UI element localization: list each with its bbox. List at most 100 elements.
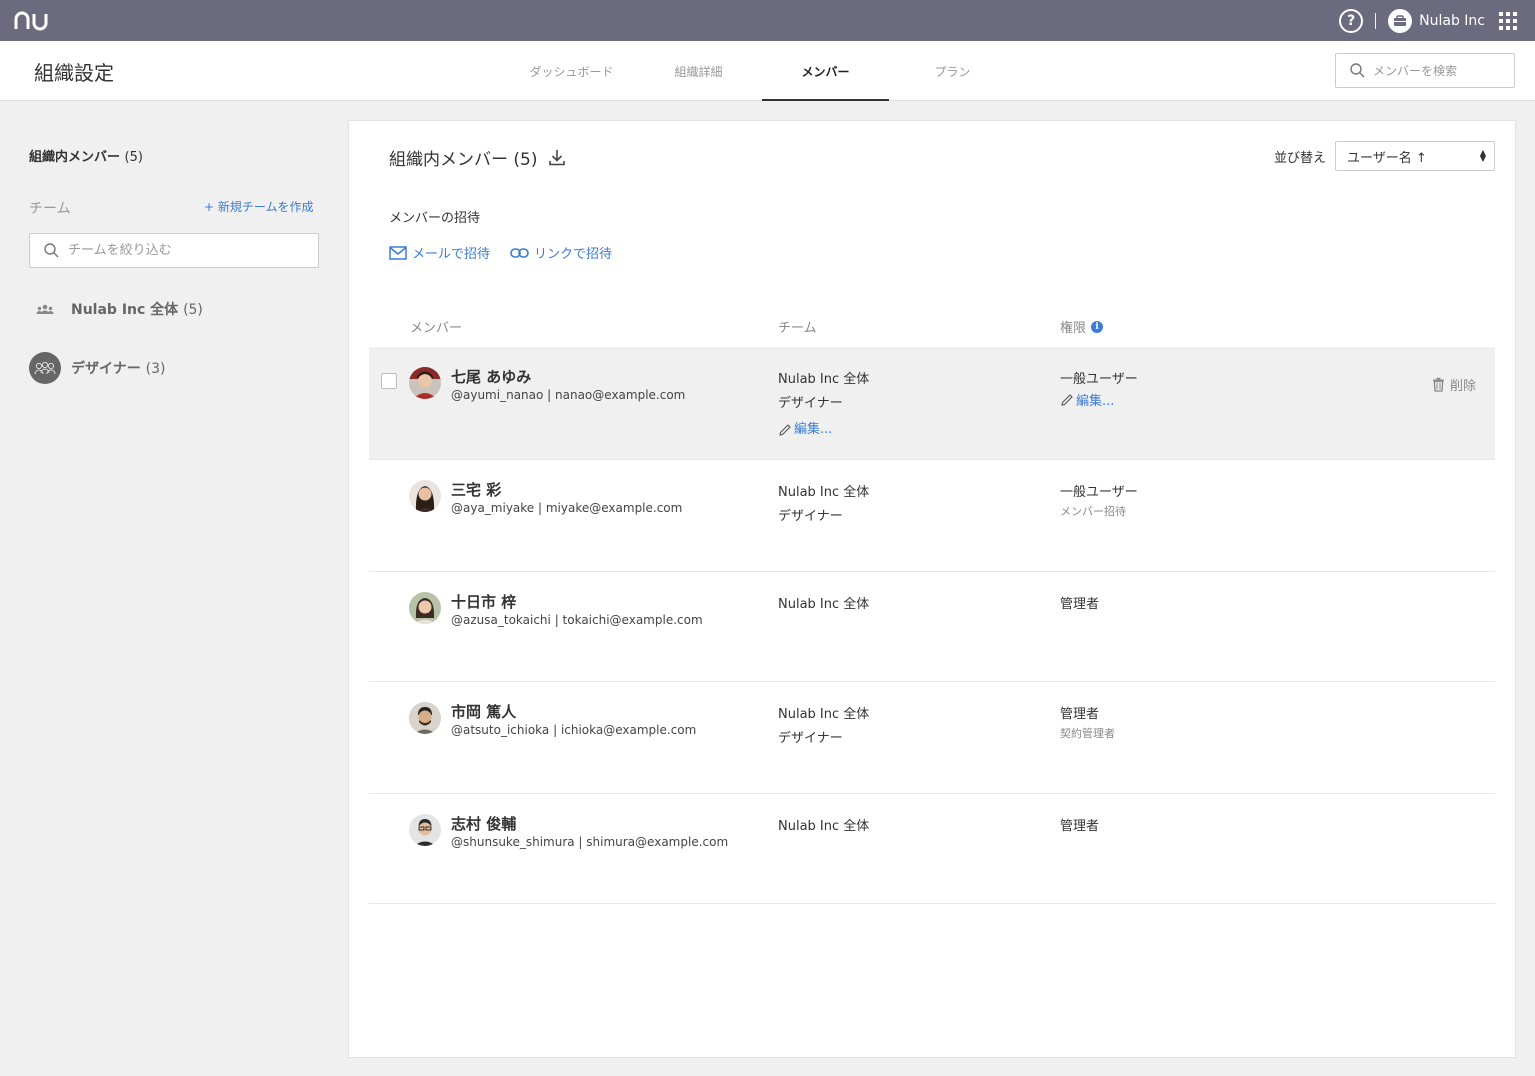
avatar	[409, 480, 441, 512]
member-role-sub: メンバー招待	[1060, 505, 1126, 518]
member-search-input[interactable]	[1373, 63, 1503, 78]
avatar	[409, 702, 441, 734]
page-header: 組織設定 ダッシュボード 組織詳細 メンバー プラン	[0, 41, 1535, 101]
member-name: 市岡 篤人	[451, 703, 517, 721]
edit-teams-link[interactable]: 編集...	[778, 418, 869, 442]
search-icon	[44, 243, 59, 258]
organization-icon[interactable]	[1388, 9, 1413, 33]
edit-label: 編集...	[1076, 394, 1115, 409]
member-handle: @atsuto_ichioka | ichioka@example.com	[451, 723, 697, 737]
create-team-link[interactable]: + 新規チームを作成	[204, 198, 314, 215]
team-group-icon	[29, 293, 61, 325]
pencil-icon	[1061, 393, 1073, 406]
member-handle: @ayumi_nanao | nanao@example.com	[451, 388, 686, 402]
member-team: Nulab Inc 全体	[778, 819, 870, 834]
column-header-member: メンバー	[410, 321, 463, 336]
info-icon[interactable]: i	[1091, 320, 1104, 333]
panel-title-text: 組織内メンバー (5)	[389, 150, 538, 170]
member-role-label: 管理者	[1060, 597, 1100, 612]
tab-bar: ダッシュボード 組織詳細 メンバー プラン	[508, 41, 1016, 101]
link-icon	[510, 247, 529, 258]
invite-heading: メンバーの招待	[389, 211, 481, 226]
team-count: (5)	[183, 302, 203, 318]
team-filter[interactable]	[29, 233, 319, 268]
sidebar-team-label: デザイナー (3)	[71, 358, 165, 378]
member-search[interactable]	[1335, 53, 1515, 88]
select-arrows-icon: ▲ ▼	[1479, 148, 1486, 163]
sidebar-team-item[interactable]: デザイナー (3)	[29, 352, 165, 384]
tab-dashboard[interactable]: ダッシュボード	[508, 41, 635, 101]
member-role: 一般ユーザー 編集...	[1060, 368, 1138, 409]
table-row[interactable]: 十日市 梓 @azusa_tokaichi | tokaichi@example…	[369, 572, 1495, 682]
member-role-sub: 契約管理者	[1060, 727, 1115, 740]
member-team: デザイナー	[778, 509, 843, 524]
help-icon[interactable]: ?	[1339, 9, 1364, 33]
member-team: Nulab Inc 全体	[778, 485, 870, 500]
member-handle: @shunsuke_shimura | shimura@example.com	[451, 835, 729, 849]
table-row[interactable]: 三宅 彩 @aya_miyake | miyake@example.com Nu…	[369, 460, 1495, 572]
member-team: デザイナー	[778, 396, 843, 411]
avatar	[409, 814, 441, 846]
member-role-label: 管理者	[1060, 707, 1100, 722]
tab-plan[interactable]: プラン	[889, 41, 1016, 101]
members-panel: 組織内メンバー (5) 並び替え ユーザー名 ↑ ▲ ▼ メンバーの招待 メールで…	[348, 120, 1516, 1058]
member-role-label: 一般ユーザー	[1060, 485, 1138, 500]
team-name: デザイナー	[71, 361, 141, 377]
member-team: Nulab Inc 全体	[778, 597, 870, 612]
invite-by-email-link[interactable]: メールで招待	[389, 243, 490, 262]
member-name: 七尾 あゆみ	[451, 368, 532, 386]
member-teams: Nulab Inc 全体 デザイナー	[778, 481, 869, 529]
table-row[interactable]: 志村 俊輔 @shunsuke_shimura | shimura@exampl…	[369, 794, 1495, 904]
member-team: Nulab Inc 全体	[778, 707, 870, 722]
avatar	[409, 367, 441, 399]
invite-by-link-link[interactable]: リンクで招待	[510, 243, 612, 262]
sidebar-team-item[interactable]: Nulab Inc 全体 (5)	[29, 293, 203, 325]
invite-email-label: メールで招待	[412, 247, 491, 262]
mail-icon	[389, 245, 407, 260]
member-name: 十日市 梓	[451, 593, 517, 611]
table-row[interactable]: 七尾 あゆみ @ayumi_nanao | nanao@example.com …	[369, 347, 1495, 460]
member-team: Nulab Inc 全体	[778, 372, 870, 387]
app-switcher-icon[interactable]	[1499, 12, 1517, 30]
avatar	[409, 592, 441, 624]
delete-label: 削除	[1450, 379, 1477, 394]
team-avatar-icon	[29, 352, 61, 384]
pencil-icon	[779, 424, 791, 436]
sidebar-members-label: 組織内メンバー	[29, 150, 121, 165]
row-checkbox[interactable]	[381, 373, 397, 389]
team-filter-input[interactable]	[68, 243, 308, 258]
sort-label: 並び替え	[1274, 151, 1327, 166]
column-header-role-label: 権限	[1060, 321, 1087, 336]
member-teams: Nulab Inc 全体	[778, 815, 869, 839]
search-icon	[1350, 63, 1365, 78]
invite-actions: メールで招待 リンクで招待	[389, 243, 632, 262]
member-teams: Nulab Inc 全体	[778, 593, 869, 617]
team-count: (3)	[145, 361, 166, 377]
download-icon[interactable]	[549, 149, 566, 166]
delete-member-button[interactable]: 削除	[1432, 375, 1476, 394]
page-title: 組織設定	[34, 61, 114, 85]
member-team: デザイナー	[778, 731, 843, 746]
topbar-divider	[1375, 13, 1377, 29]
sidebar-members-count: (5)	[124, 150, 143, 165]
sort-value: ユーザー名 ↑	[1347, 150, 1427, 166]
sidebar-all-members[interactable]: 組織内メンバー (5)	[29, 146, 143, 165]
sidebar-team-heading: チーム	[29, 201, 71, 217]
organization-name[interactable]: Nulab Inc	[1419, 13, 1485, 29]
member-role-label: 管理者	[1060, 819, 1100, 834]
member-name: 三宅 彩	[451, 481, 502, 499]
nulab-logo[interactable]	[14, 11, 48, 31]
member-handle: @azusa_tokaichi | tokaichi@example.com	[451, 613, 703, 627]
tab-members[interactable]: メンバー	[762, 41, 889, 101]
member-name: 志村 俊輔	[451, 815, 517, 833]
edit-role-link[interactable]: 編集...	[1060, 390, 1138, 409]
member-teams: Nulab Inc 全体 デザイナー	[778, 703, 869, 751]
member-teams: Nulab Inc 全体 デザイナー 編集...	[778, 368, 869, 442]
tab-organization-details[interactable]: 組織詳細	[635, 41, 762, 101]
top-bar: ? Nulab Inc	[0, 0, 1535, 41]
member-role-label: 一般ユーザー	[1060, 372, 1138, 387]
invite-link-label: リンクで招待	[534, 247, 613, 262]
table-row[interactable]: 市岡 篤人 @atsuto_ichioka | ichioka@example.…	[369, 682, 1495, 794]
member-handle: @aya_miyake | miyake@example.com	[451, 501, 683, 515]
sort-select[interactable]: ユーザー名 ↑ ▲ ▼	[1335, 141, 1495, 171]
